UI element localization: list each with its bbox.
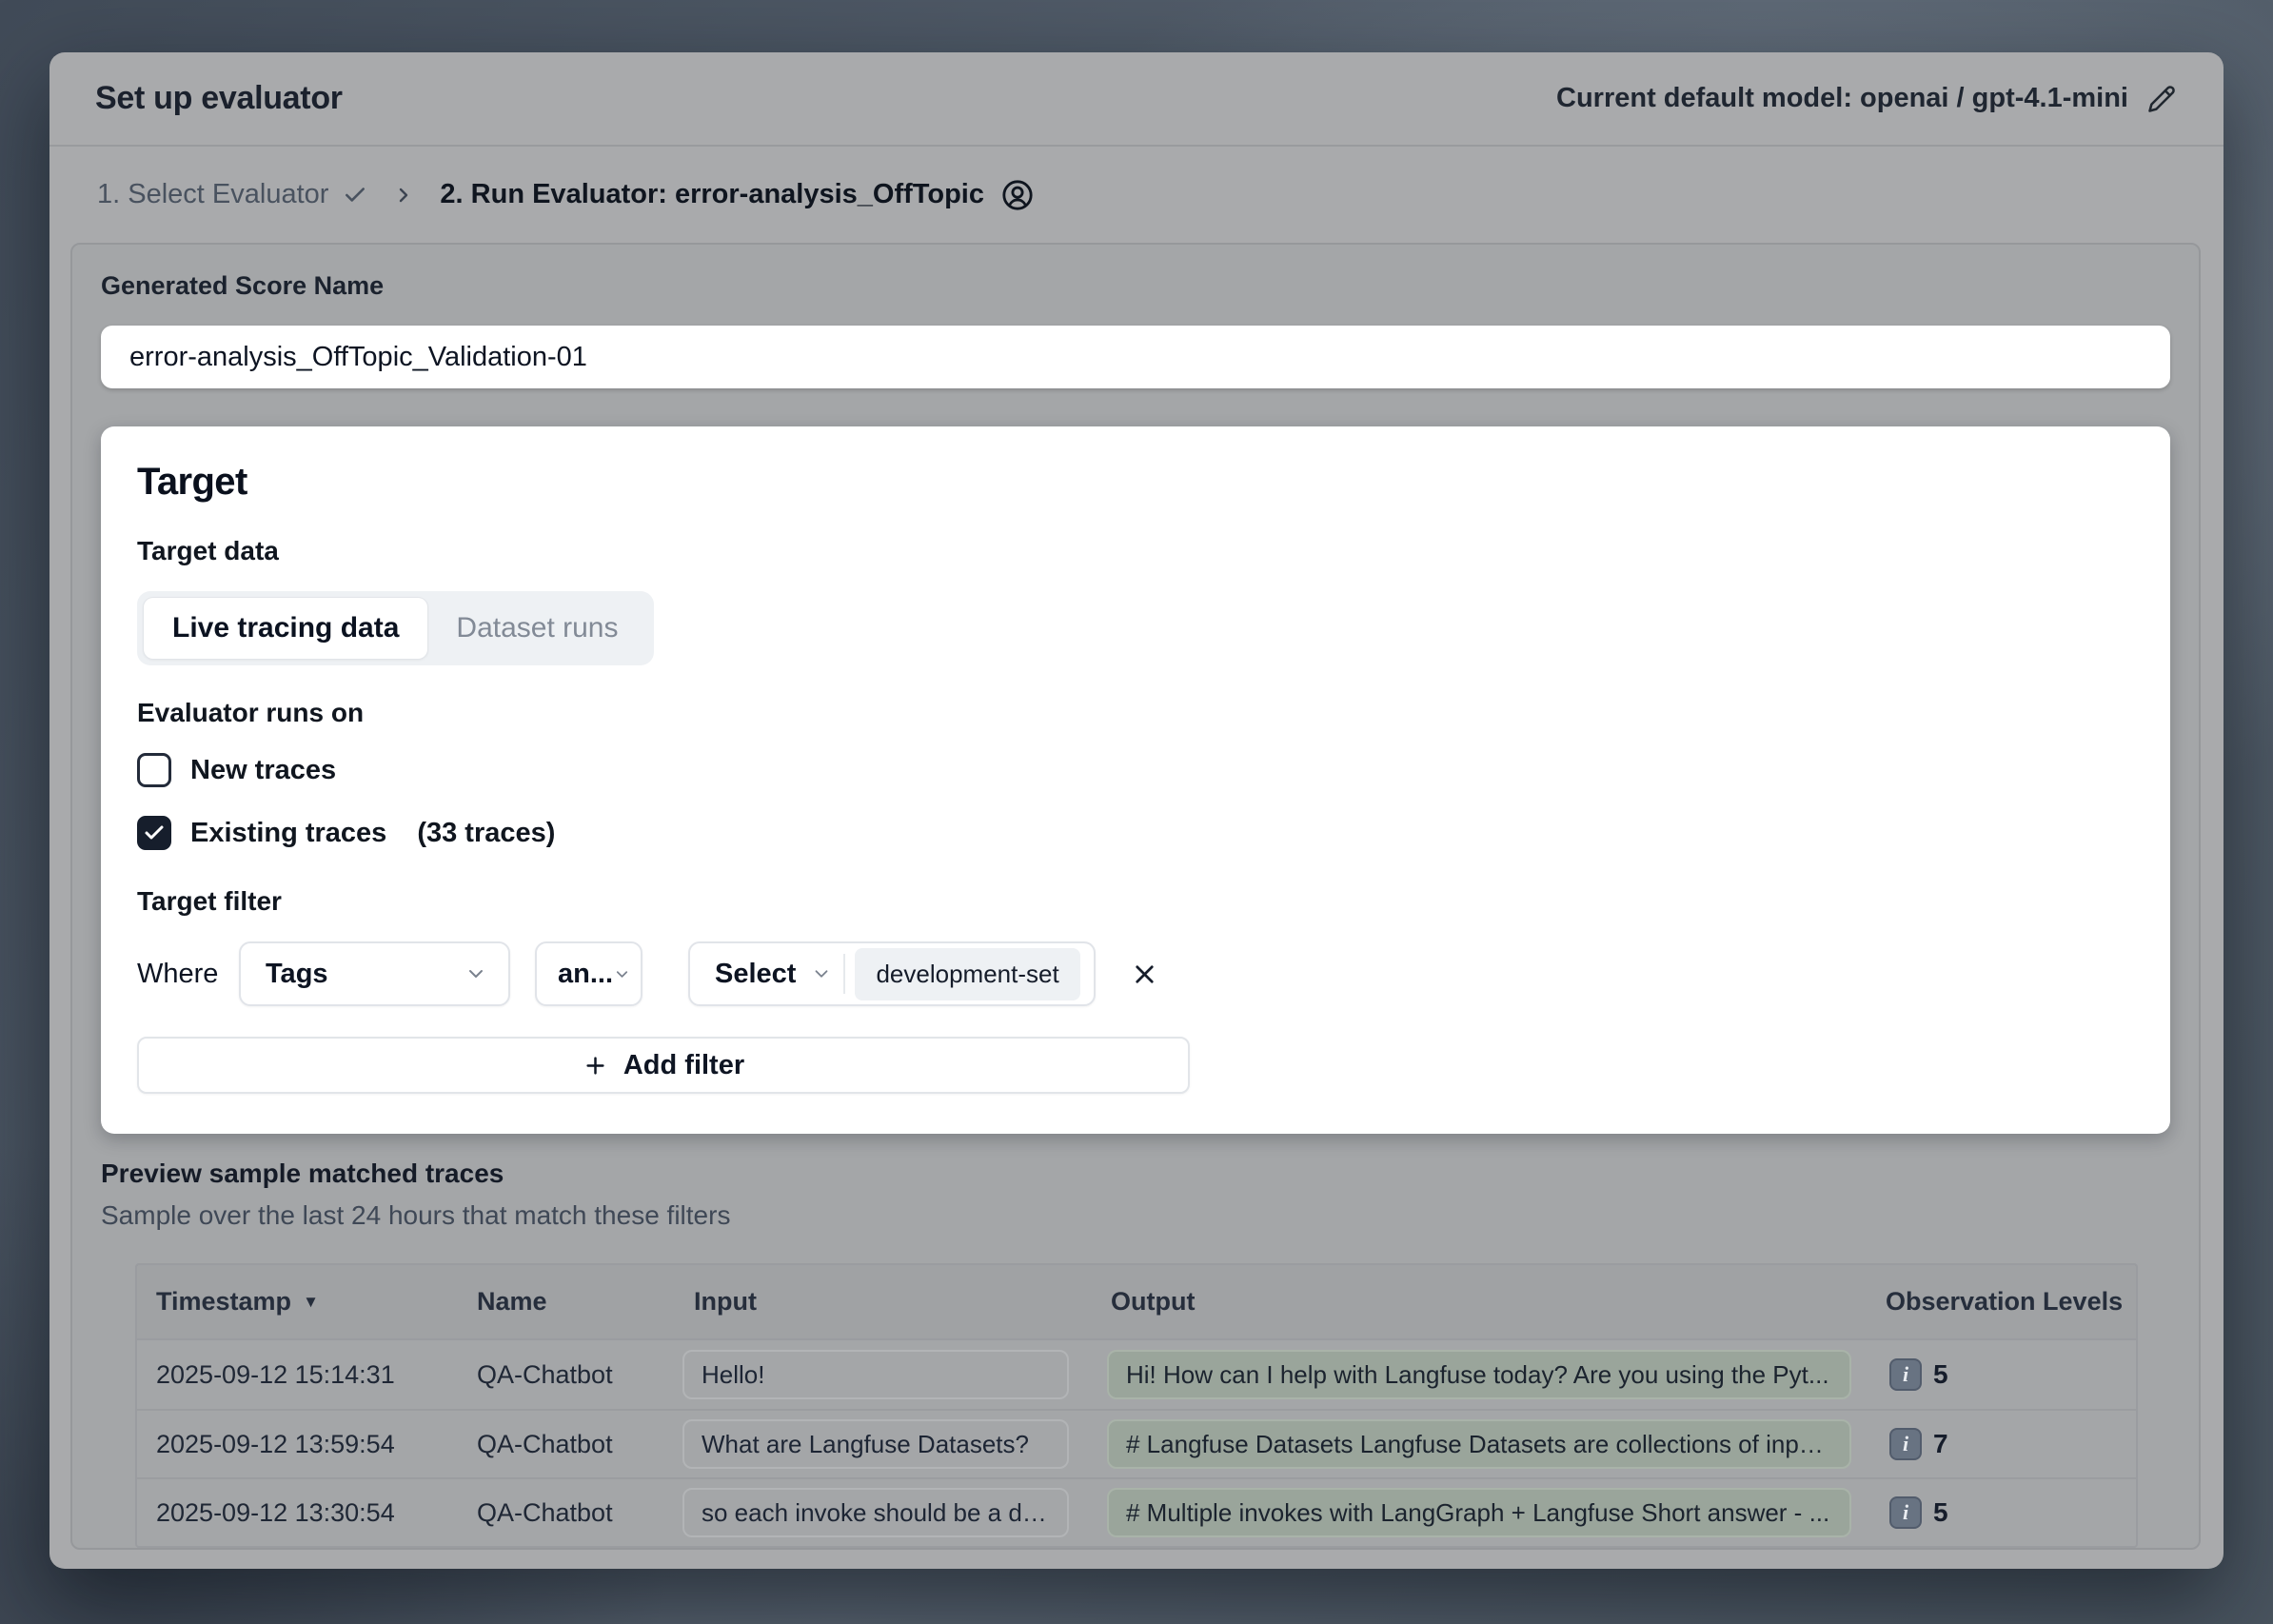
- levels-count: 5: [1933, 1497, 1948, 1528]
- info-badge-icon: i: [1889, 1428, 1922, 1460]
- preview-traces-table: Timestamp ▼ Name Input Output Observatio…: [135, 1263, 2138, 1548]
- cell-input: so each invoke should be a diff...: [682, 1488, 1069, 1537]
- step1-label: 1. Select Evaluator: [97, 179, 328, 210]
- default-model-label: Current default model: openai / gpt-4.1-…: [1556, 83, 2128, 114]
- edit-pencil-icon[interactable]: [2147, 85, 2176, 113]
- filter-column-select[interactable]: Tags: [239, 941, 510, 1006]
- checkbox-row-new-traces: New traces: [137, 749, 2127, 791]
- filter-operator-value: an...: [558, 959, 613, 990]
- breadcrumb: 1. Select Evaluator 2. Run Evaluator: er…: [49, 147, 2224, 243]
- cell-name: QA-Chatbot: [477, 1498, 682, 1528]
- remove-filter-button[interactable]: [1124, 954, 1165, 995]
- timestamp-header-label: Timestamp: [156, 1287, 291, 1317]
- dialog-header: Set up evaluator Current default model: …: [49, 52, 2224, 147]
- step-select-evaluator[interactable]: 1. Select Evaluator: [97, 179, 367, 210]
- column-header-name: Name: [477, 1287, 682, 1317]
- target-data-label: Target data: [137, 536, 2127, 566]
- filter-value-select[interactable]: Select development-set: [688, 941, 1096, 1006]
- column-header-input: Input: [682, 1287, 1107, 1317]
- step-run-evaluator[interactable]: 2. Run Evaluator: error-analysis_OffTopi…: [440, 179, 1034, 211]
- cell-observation-levels: i 5: [1886, 1358, 2136, 1391]
- info-badge-icon: i: [1889, 1358, 1922, 1391]
- add-filter-label: Add filter: [623, 1050, 744, 1081]
- info-badge-icon: i: [1889, 1496, 1922, 1529]
- cell-input: What are Langfuse Datasets?: [682, 1419, 1069, 1469]
- cell-name: QA-Chatbot: [477, 1430, 682, 1459]
- cell-timestamp: 2025-09-12 13:30:54: [137, 1498, 477, 1528]
- filter-column-value: Tags: [266, 959, 328, 990]
- filter-operator-select[interactable]: an...: [535, 941, 642, 1006]
- cell-input: Hello!: [682, 1350, 1069, 1399]
- column-header-output: Output: [1107, 1287, 1886, 1317]
- cell-output: # Langfuse Datasets Langfuse Datasets ar…: [1107, 1419, 1851, 1469]
- table-row: 2025-09-12 13:30:54 QA-Chatbot so each i…: [137, 1477, 2136, 1546]
- user-circle-icon: [1001, 179, 1034, 211]
- preview-title: Preview sample matched traces: [101, 1159, 2170, 1189]
- cell-observation-levels: i 7: [1886, 1428, 2136, 1460]
- table-row: 2025-09-12 13:59:54 QA-Chatbot What are …: [137, 1409, 2136, 1477]
- page-title: Set up evaluator: [95, 80, 343, 117]
- chevron-down-icon: [613, 965, 631, 983]
- levels-count: 7: [1933, 1429, 1948, 1459]
- column-header-timestamp[interactable]: Timestamp ▼: [137, 1287, 477, 1317]
- step2-label: 2. Run Evaluator: error-analysis_OffTopi…: [440, 179, 984, 210]
- target-card: Target Target data Live tracing data Dat…: [101, 426, 2170, 1134]
- chevron-down-icon: [464, 962, 487, 985]
- filter-row: Where Tags an... Select: [137, 941, 2127, 1006]
- checkbox-row-existing-traces: Existing traces (33 traces): [137, 812, 2127, 854]
- filter-value-chip[interactable]: development-set: [855, 948, 1079, 1000]
- target-data-tabs: Live tracing data Dataset runs: [137, 591, 654, 665]
- tab-dataset-runs[interactable]: Dataset runs: [427, 598, 646, 659]
- setup-evaluator-dialog: Set up evaluator Current default model: …: [49, 52, 2224, 1569]
- levels-count: 5: [1933, 1359, 1948, 1390]
- score-name-input[interactable]: error-analysis_OffTopic_Validation-01: [101, 326, 2170, 388]
- cell-name: QA-Chatbot: [477, 1360, 682, 1390]
- cell-timestamp: 2025-09-12 13:59:54: [137, 1430, 477, 1459]
- cell-output: # Multiple invokes with LangGraph + Lang…: [1107, 1488, 1851, 1537]
- tab-live-tracing-data[interactable]: Live tracing data: [144, 598, 427, 659]
- cell-timestamp: 2025-09-12 15:14:31: [137, 1360, 477, 1390]
- existing-traces-label: Existing traces: [190, 818, 386, 849]
- target-heading: Target: [137, 461, 2127, 504]
- score-name-label: Generated Score Name: [101, 271, 2170, 301]
- select-divider: [843, 954, 845, 994]
- filter-value-label: Select: [715, 959, 796, 990]
- runs-on-label: Evaluator runs on: [137, 698, 2127, 728]
- chevron-down-icon: [811, 963, 832, 984]
- cell-observation-levels: i 5: [1886, 1496, 2136, 1529]
- column-header-observation-levels: Observation Levels: [1886, 1287, 2136, 1317]
- target-filter-label: Target filter: [137, 886, 2127, 917]
- new-traces-label: New traces: [190, 755, 336, 786]
- filter-where-label: Where: [137, 959, 239, 990]
- chevron-right-icon: [392, 184, 415, 207]
- table-row: 2025-09-12 15:14:31 QA-Chatbot Hello! Hi…: [137, 1340, 2136, 1409]
- add-filter-button[interactable]: Add filter: [137, 1037, 1190, 1094]
- preview-subtitle: Sample over the last 24 hours that match…: [101, 1200, 2170, 1231]
- existing-traces-checkbox[interactable]: [137, 816, 171, 850]
- sort-desc-icon: ▼: [303, 1293, 319, 1312]
- plus-icon: [583, 1053, 608, 1079]
- table-header-row: Timestamp ▼ Name Input Output Observatio…: [137, 1265, 2136, 1340]
- new-traces-checkbox[interactable]: [137, 753, 171, 787]
- check-icon: [343, 183, 367, 208]
- existing-traces-count: (33 traces): [417, 818, 555, 849]
- run-evaluator-panel: Generated Score Name error-analysis_OffT…: [70, 243, 2201, 1550]
- cell-output: Hi! How can I help with Langfuse today? …: [1107, 1350, 1851, 1399]
